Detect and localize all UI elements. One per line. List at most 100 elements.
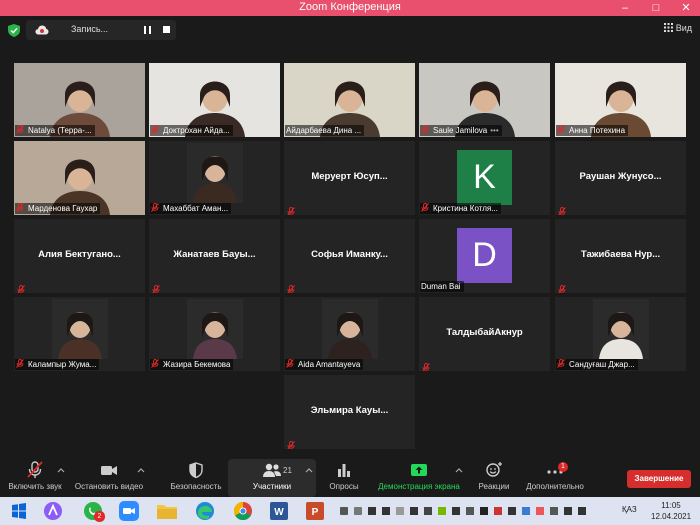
participant-name: Алия Бектугано... (38, 249, 121, 260)
participant-name: Доктрохан Айда... (163, 126, 230, 135)
system-tray-icons[interactable] (338, 504, 588, 518)
participant-tile[interactable]: Калампыр Жума... (14, 297, 145, 371)
participant-tile[interactable]: D Duman Bai (419, 219, 550, 293)
microphone-muted-icon (287, 203, 295, 215)
participant-name: Айдарбаева Дина ... (286, 126, 362, 135)
meeting-top-bar: Запись... Вид (0, 16, 700, 44)
participant-name-label: Анна Потехина (556, 125, 629, 136)
word-icon[interactable]: W (264, 499, 294, 523)
participant-tile[interactable]: Сандуғаш Джар... (555, 297, 686, 371)
close-button[interactable]: ✕ (673, 0, 699, 16)
title-bar: Zoom Конференция – □ ✕ (0, 0, 700, 16)
participant-name-label: Доктрохан Айда... (150, 125, 233, 136)
microphone-muted-icon (557, 359, 565, 368)
participant-name: Тажибаева Нур... (580, 249, 661, 260)
video-camera-icon (101, 466, 117, 475)
microphone-muted-icon (16, 125, 24, 134)
zoom-icon[interactable] (114, 499, 144, 523)
recording-indicator: Запись... (26, 20, 176, 40)
stop-video-button[interactable]: Остановить видео (74, 461, 144, 491)
participant-tile[interactable]: Анна Потехина (555, 63, 686, 137)
polls-button[interactable]: Опросы (324, 461, 364, 491)
chrome-icon[interactable] (228, 499, 258, 523)
windows-start-icon[interactable] (4, 499, 34, 523)
participant-tile[interactable]: Марденова Гаухар (14, 141, 145, 215)
participant-tile[interactable]: Жанатаев Бауы... (149, 219, 280, 293)
microphone-muted-icon (421, 125, 429, 134)
unmute-button[interactable]: Включить звук (6, 461, 64, 491)
participant-name: Анна Потехина (569, 126, 626, 135)
keyboard-language[interactable]: ҚАЗ (622, 505, 637, 514)
word-letter: W (274, 507, 284, 518)
participant-tile[interactable]: Жазира Бекемова (149, 297, 280, 371)
participants-button[interactable]: Участники (240, 461, 304, 491)
powerpoint-icon[interactable]: P (300, 499, 330, 523)
participant-more-icon[interactable]: ••• (490, 126, 498, 135)
participant-tile[interactable]: Доктрохан Айда... (149, 63, 280, 137)
participant-tile[interactable]: Софья Иманку... (284, 219, 415, 293)
participant-name: Жанатаев Бауы... (173, 249, 256, 260)
clock-date: 12.04.2021 (651, 512, 692, 521)
end-meeting-button[interactable]: Завершение (627, 470, 691, 488)
reactions-button[interactable]: Реакции (474, 461, 514, 491)
participant-tile[interactable]: Махаббат Аман... (149, 141, 280, 215)
participant-name: Aida Amantayeva (298, 360, 361, 369)
participant-tile[interactable]: Natalya (Терра-... (14, 63, 145, 137)
chevron-up-icon[interactable] (57, 467, 65, 473)
microphone-muted-icon (27, 461, 43, 478)
view-button[interactable]: Вид (663, 23, 692, 33)
chevron-up-icon[interactable] (455, 467, 463, 473)
chevron-up-icon[interactable] (137, 467, 145, 473)
stop-recording-icon[interactable] (163, 26, 170, 33)
participant-tile[interactable]: Меруерт Юсуп... (284, 141, 415, 215)
participant-tile[interactable]: Эльмира Кауы... (284, 375, 415, 449)
participant-name-label: Марденова Гаухар (15, 203, 101, 214)
participant-name: Эльмира Кауы... (310, 405, 389, 416)
participant-tile[interactable]: Тажибаева Нур... (555, 219, 686, 293)
recording-label: Запись... (71, 24, 109, 34)
more-label: Дополнительно (526, 482, 584, 491)
participant-tile[interactable]: Раушан Жунусо... (555, 141, 686, 215)
participant-name-label: Махаббат Аман... (150, 203, 232, 214)
file-explorer-icon[interactable] (152, 499, 182, 523)
microphone-muted-icon (16, 359, 24, 368)
share-screen-button[interactable]: Демонстрация экрана (374, 461, 464, 491)
maximize-button[interactable]: □ (643, 0, 669, 16)
participant-tile[interactable]: ТалдыбайАкнур (419, 297, 550, 371)
microphone-muted-icon (422, 359, 430, 371)
participant-name-label: Aida Amantayeva (285, 359, 364, 370)
security-button[interactable]: Безопасность (166, 461, 226, 491)
edge-browser-icon[interactable] (190, 499, 220, 523)
shield-icon[interactable] (8, 24, 20, 37)
microphone-muted-icon (286, 359, 294, 368)
chevron-up-icon[interactable] (305, 467, 313, 473)
more-button[interactable]: Дополнительно (522, 461, 588, 491)
participant-tile[interactable]: Алия Бектугано... (14, 219, 145, 293)
participant-name: Софья Иманку... (311, 249, 388, 260)
microphone-muted-icon (421, 203, 429, 212)
microphone-muted-icon (151, 359, 159, 368)
pause-recording-icon[interactable] (144, 26, 152, 34)
taskbar-clock[interactable]: 11:05 12.04.2021 (651, 500, 691, 522)
share-screen-icon (411, 464, 427, 476)
participant-name: Меруерт Юсуп... (311, 171, 388, 182)
minimize-button[interactable]: – (612, 0, 638, 16)
participant-name: Duman Bai (421, 282, 461, 291)
microphone-muted-icon (558, 281, 566, 293)
microphone-muted-icon (287, 281, 295, 293)
participant-tile[interactable]: K Кристина Котля... (419, 141, 550, 215)
participant-tile[interactable]: Aida Amantayeva (284, 297, 415, 371)
participant-tile[interactable]: Saule Jamilova ••• (419, 63, 550, 137)
participant-tile[interactable]: Айдарбаева Дина ... (284, 63, 415, 137)
alice-assistant-icon[interactable] (38, 499, 68, 523)
microphone-muted-icon (287, 437, 295, 449)
participant-name: Марденова Гаухар (28, 204, 98, 213)
people-icon (263, 463, 281, 477)
security-label: Безопасность (170, 482, 222, 491)
participant-name: ТалдыбайАкнур (446, 327, 523, 338)
participant-name-label: Жазира Бекемова (150, 359, 234, 370)
more-notification-badge: 1 (558, 462, 568, 472)
share-screen-label: Демонстрация экрана (378, 482, 460, 491)
reactions-label: Реакции (478, 482, 510, 491)
microphone-muted-icon (152, 281, 160, 293)
